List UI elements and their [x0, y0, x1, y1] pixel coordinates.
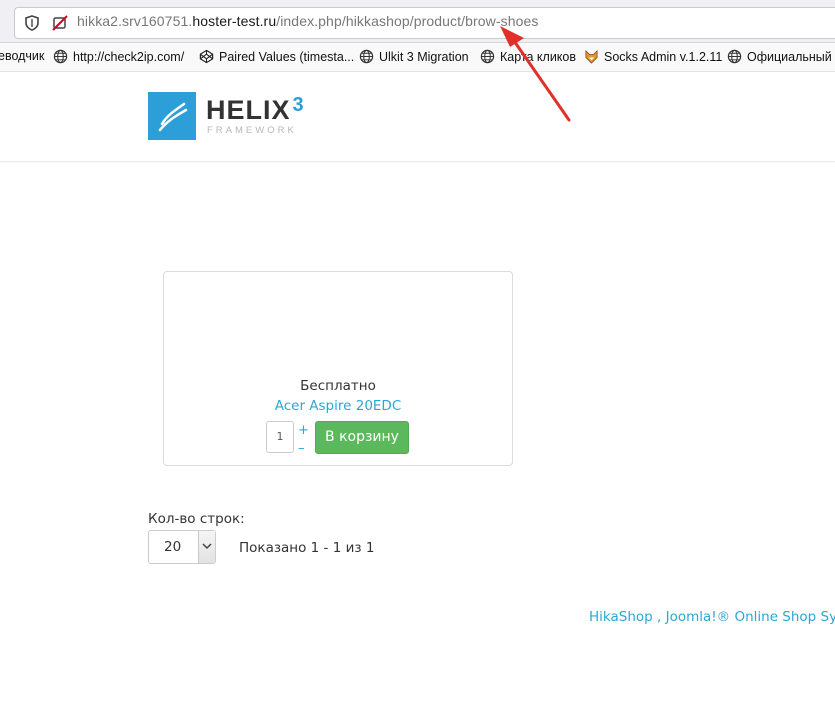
- bookmark-label: Карта кликов: [500, 49, 577, 64]
- bookmark-label: Ulkit 3 Migration: [379, 49, 469, 64]
- globe-icon: [53, 49, 68, 64]
- url-text[interactable]: hikka2.srv160751.hoster-test.ru/index.ph…: [77, 13, 539, 29]
- bookmark-label: Paired Values (timesta...: [219, 49, 355, 64]
- quantity-input[interactable]: 1: [266, 421, 294, 453]
- shield-icon[interactable]: [25, 15, 39, 35]
- bookmark-item[interactable]: Paired Values (timesta...: [199, 49, 354, 64]
- bookmark-item[interactable]: Карта кликов: [480, 49, 576, 64]
- globe-icon: [480, 49, 495, 64]
- bookmarks-bar: еводчик http://check2ip.com/ Paired Valu…: [0, 43, 835, 72]
- fox-icon: [585, 49, 598, 64]
- helix-logo-icon[interactable]: [148, 92, 196, 140]
- bookmark-item[interactable]: Официальный б: [727, 49, 835, 64]
- product-name-link[interactable]: Acer Aspire 20EDC: [164, 398, 512, 414]
- site-header: HELIX 3 FRAMEWORK: [0, 72, 835, 162]
- results-count: Показано 1 - 1 из 1: [239, 540, 375, 556]
- bookmark-item[interactable]: еводчик: [0, 49, 44, 63]
- logo-subtitle: FRAMEWORK: [207, 125, 297, 136]
- bookmark-item[interactable]: Ulkit 3 Migration: [359, 49, 469, 64]
- rows-per-page-label: Кол-во строк:: [148, 511, 245, 527]
- address-bar[interactable]: hikka2.srv160751.hoster-test.ru/index.ph…: [14, 7, 835, 39]
- chevron-down-icon[interactable]: [198, 531, 215, 563]
- footer-credit-link[interactable]: HikaShop , Joomla!® Online Shop Syste: [589, 609, 835, 625]
- rows-per-page-value: 20: [164, 539, 182, 555]
- product-card: Бесплатно Acer Aspire 20EDC 1 + – В корз…: [163, 271, 513, 466]
- rows-per-page-select[interactable]: 20: [148, 530, 216, 564]
- bookmark-label: Официальный б: [747, 49, 835, 64]
- quantity-minus-button[interactable]: –: [298, 442, 305, 456]
- bookmark-label: Socks Admin v.1.2.11: [604, 49, 723, 64]
- bookmark-item[interactable]: http://check2ip.com/: [53, 49, 184, 64]
- browser-toolbar: hikka2.srv160751.hoster-test.ru/index.ph…: [0, 0, 835, 43]
- quantity-plus-button[interactable]: +: [298, 424, 309, 438]
- bookmark-item[interactable]: Socks Admin v.1.2.11: [584, 49, 722, 64]
- bookmark-label: еводчик: [0, 49, 45, 63]
- product-price: Бесплатно: [300, 378, 376, 394]
- logo-wordmark[interactable]: HELIX 3: [206, 94, 305, 126]
- add-to-cart-button[interactable]: В корзину: [315, 421, 409, 454]
- codepen-icon: [199, 49, 214, 64]
- globe-icon: [359, 49, 374, 64]
- bookmark-label: http://check2ip.com/: [73, 49, 185, 64]
- globe-icon: [727, 49, 742, 64]
- tracking-blocked-icon[interactable]: [51, 14, 69, 36]
